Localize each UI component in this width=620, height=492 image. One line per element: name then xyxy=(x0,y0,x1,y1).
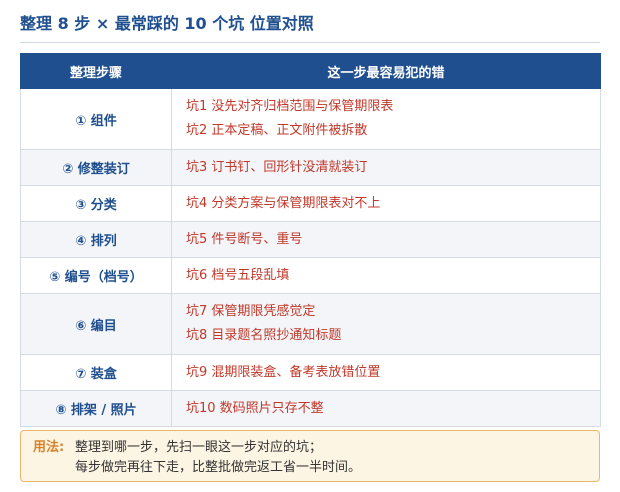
table-row: ③ 分类 坑4 分类方案与保管期限表对不上 xyxy=(20,185,601,222)
pitfall-item: 坑8 目录题名照抄通知标题 xyxy=(186,328,342,343)
step-cell: ⑦ 装盒 xyxy=(20,354,172,391)
pitfall-table: 整理步骤 这一步最容易犯的错 ① 组件 坑1 没先对齐归档范围与保管期限表 坑2… xyxy=(20,53,601,427)
pitfall-cell: 坑6 档号五段乱填 xyxy=(171,257,601,294)
pitfall-item: 坑2 正本定稿、正文附件被拆散 xyxy=(186,123,368,138)
usage-line: 整理到哪一步，先扫一眼这一步对应的坑； xyxy=(75,440,323,455)
page-title: 整理 8 步 × 最常踩的 10 个坑 位置对照 xyxy=(20,14,314,33)
pitfall-item: 坑5 件号断号、重号 xyxy=(186,231,303,247)
step-cell: ⑧ 排架 / 照片 xyxy=(20,390,172,427)
table-row: ④ 排列 坑5 件号断号、重号 xyxy=(20,221,601,258)
table-row: ① 组件 坑1 没先对齐归档范围与保管期限表 坑2 正本定稿、正文附件被拆散 xyxy=(20,88,601,150)
pitfall-item: 坑7 保管期限凭感觉定 xyxy=(186,304,316,319)
usage-callout: 用法: 整理到哪一步，先扫一眼这一步对应的坑； 每步做完再往下走，比整批做完返工… xyxy=(20,430,600,482)
pitfall-item: 坑4 分类方案与保管期限表对不上 xyxy=(186,195,381,211)
header-step: 整理步骤 xyxy=(20,53,172,89)
table-row: ⑦ 装盒 坑9 混期限装盒、备考表放错位置 xyxy=(20,354,601,391)
pitfall-item: 坑6 档号五段乱填 xyxy=(186,267,290,283)
pitfall-item: 坑9 混期限装盒、备考表放错位置 xyxy=(186,364,381,380)
step-cell: ③ 分类 xyxy=(20,185,172,222)
table-row: ⑥ 编目 坑7 保管期限凭感觉定 坑8 目录题名照抄通知标题 xyxy=(20,293,601,355)
pitfall-cell: 坑5 件号断号、重号 xyxy=(171,221,601,258)
pitfall-cell: 坑3 订书钉、回形针没清就装订 xyxy=(171,149,601,186)
table-header-row: 整理步骤 这一步最容易犯的错 xyxy=(20,53,601,89)
step-cell: ⑥ 编目 xyxy=(20,293,172,355)
usage-line: 每步做完再往下走，比整批做完返工省一半时间。 xyxy=(75,460,362,475)
header-pitfall: 这一步最容易犯的错 xyxy=(171,53,601,89)
step-cell: ① 组件 xyxy=(20,88,172,150)
table-row: ⑤ 编号（档号） 坑6 档号五段乱填 xyxy=(20,257,601,294)
step-cell: ④ 排列 xyxy=(20,221,172,258)
table-row: ② 修整装订 坑3 订书钉、回形针没清就装订 xyxy=(20,149,601,186)
pitfall-cell: 坑7 保管期限凭感觉定 坑8 目录题名照抄通知标题 xyxy=(171,293,601,355)
title-divider xyxy=(20,42,600,43)
table-row: ⑧ 排架 / 照片 坑10 数码照片只存不整 xyxy=(20,390,601,427)
pitfall-item: 坑10 数码照片只存不整 xyxy=(186,400,324,416)
pitfall-cell: 坑1 没先对齐归档范围与保管期限表 坑2 正本定稿、正文附件被拆散 xyxy=(171,88,601,150)
step-cell: ② 修整装订 xyxy=(20,149,172,186)
pitfall-cell: 坑4 分类方案与保管期限表对不上 xyxy=(171,185,601,222)
pitfall-item: 坑3 订书钉、回形针没清就装订 xyxy=(186,159,368,175)
usage-label: 用法: xyxy=(33,440,65,455)
pitfall-cell: 坑9 混期限装盒、备考表放错位置 xyxy=(171,354,601,391)
pitfall-item: 坑1 没先对齐归档范围与保管期限表 xyxy=(186,99,394,114)
pitfall-cell: 坑10 数码照片只存不整 xyxy=(171,390,601,427)
step-cell: ⑤ 编号（档号） xyxy=(20,257,172,294)
